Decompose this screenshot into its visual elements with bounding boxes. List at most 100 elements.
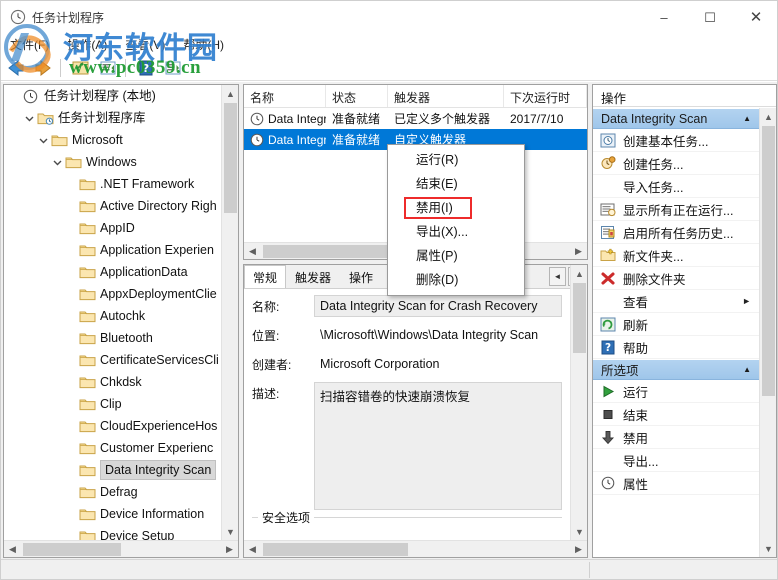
actions-vertical-scrollbar[interactable]: ▲ ▼ bbox=[759, 108, 776, 557]
chevron-down-icon[interactable] bbox=[50, 155, 65, 170]
tree-item-cloudexperiencehos[interactable]: CloudExperienceHos bbox=[4, 415, 221, 437]
task-list-scroll-left-arrow[interactable]: ◀ bbox=[244, 243, 261, 259]
tree-item-bluetooth[interactable]: Bluetooth bbox=[4, 327, 221, 349]
action-delete-folder[interactable]: 删除文件夹 bbox=[593, 267, 759, 290]
context-menu-disable[interactable]: 禁用(I) bbox=[388, 196, 524, 220]
actions-vscroll-thumb[interactable] bbox=[762, 126, 775, 396]
tree-item-device-setup[interactable]: Device Setup bbox=[4, 525, 221, 540]
detail-horizontal-scrollbar[interactable]: ◀ ▶ bbox=[244, 540, 587, 557]
actions-scroll-up-arrow[interactable]: ▲ bbox=[760, 108, 776, 125]
action-run[interactable]: 运行 bbox=[593, 380, 759, 403]
tree-item-windows[interactable]: Windows bbox=[4, 151, 221, 173]
context-menu-end[interactable]: 结束(E) bbox=[388, 172, 524, 196]
tree-item-active-directory-righ[interactable]: Active Directory Righ bbox=[4, 195, 221, 217]
actions-list[interactable]: Data Integrity Scan ▲ 创建基本任务... 创建任务... 导入任务… bbox=[593, 108, 759, 557]
task-description-field[interactable]: 扫描容错卷的快速崩溃恢复 bbox=[314, 382, 562, 510]
forward-icon[interactable] bbox=[31, 57, 55, 79]
action-view[interactable]: 查看 ► bbox=[593, 290, 759, 313]
tree-item-customer-experienc[interactable]: Customer Experienc bbox=[4, 437, 221, 459]
action-create-basic-task[interactable]: 创建基本任务... bbox=[593, 129, 759, 152]
action-refresh[interactable]: 刷新 bbox=[593, 313, 759, 336]
detail-scroll-up-arrow[interactable]: ▲ bbox=[571, 265, 587, 282]
close-button[interactable]: ✕ bbox=[733, 1, 777, 33]
minimize-button[interactable]: – bbox=[641, 1, 687, 33]
help-icon[interactable]: ? bbox=[134, 57, 158, 79]
collapse-chevron-icon[interactable]: ▲ bbox=[743, 114, 751, 123]
show-hide-console-tree-icon[interactable] bbox=[69, 57, 93, 79]
actions-group-selected-item[interactable]: 所选项 ▲ bbox=[593, 359, 759, 380]
tree-vertical-scrollbar[interactable]: ▲ ▼ bbox=[221, 85, 238, 540]
detail-vscroll-thumb[interactable] bbox=[573, 283, 586, 353]
context-menu-export[interactable]: 导出(X)... bbox=[388, 220, 524, 244]
properties-icon[interactable] bbox=[96, 57, 120, 79]
tree-item-chkdsk[interactable]: Chkdsk bbox=[4, 371, 221, 393]
tree-no-chevron bbox=[8, 89, 23, 104]
chevron-down-icon[interactable] bbox=[22, 111, 37, 126]
tree-item-autochk[interactable]: Autochk bbox=[4, 305, 221, 327]
action-help[interactable]: ? 帮助 bbox=[593, 336, 759, 359]
tree-item-[interactable]: 任务计划程序 (本地) bbox=[4, 85, 221, 107]
task-list-column-header[interactable]: 状态 bbox=[326, 85, 388, 107]
menu-file[interactable]: 文件(F) bbox=[1, 34, 58, 55]
tree-horizontal-scrollbar[interactable]: ◀ ▶ bbox=[4, 540, 238, 557]
detail-vertical-scrollbar[interactable]: ▲ ▼ bbox=[570, 265, 587, 540]
menu-help[interactable]: 帮助(H) bbox=[174, 34, 233, 55]
tree-item-[interactable]: 任务计划程序库 bbox=[4, 107, 221, 129]
tree-scroll-right-arrow[interactable]: ▶ bbox=[221, 541, 238, 557]
detail-hscroll-thumb[interactable] bbox=[263, 543, 408, 556]
tab-actions[interactable]: 操作 bbox=[340, 265, 382, 288]
task-list-row[interactable]: Data Integr... 准备就绪已定义多个触发器 2017/7/10 bbox=[244, 108, 587, 129]
tree-item-applicationdata[interactable]: ApplicationData bbox=[4, 261, 221, 283]
task-list-column-header[interactable]: 名称 bbox=[244, 85, 326, 107]
actions-group-folder[interactable]: Data Integrity Scan ▲ bbox=[593, 108, 759, 129]
action-display-all-running-tasks[interactable]: 显示所有正在运行... bbox=[593, 198, 759, 221]
task-context-menu[interactable]: 运行(R) 结束(E) 禁用(I) 导出(X)... 属性(P) 删除(D) bbox=[387, 144, 525, 296]
tree-hscroll-thumb[interactable] bbox=[23, 543, 121, 556]
detail-scroll-left-arrow[interactable]: ◀ bbox=[244, 541, 261, 557]
tree-item-device-information[interactable]: Device Information bbox=[4, 503, 221, 525]
tab-general[interactable]: 常规 bbox=[244, 265, 287, 288]
menu-view[interactable]: 查看(V) bbox=[116, 34, 174, 55]
chevron-down-icon[interactable] bbox=[36, 133, 51, 148]
tree-item-net-framework[interactable]: .NET Framework bbox=[4, 173, 221, 195]
tree-scroll-thumb[interactable] bbox=[224, 103, 237, 213]
task-list-column-header[interactable]: 触发器 bbox=[388, 85, 504, 107]
tree-item-certificateservicescli[interactable]: CertificateServicesCli bbox=[4, 349, 221, 371]
context-menu-delete[interactable]: 删除(D) bbox=[388, 268, 524, 292]
tree-scroll-up-arrow[interactable]: ▲ bbox=[222, 85, 238, 102]
task-list-column-header[interactable]: 下次运行时 bbox=[504, 85, 587, 107]
task-name-field[interactable]: Data Integrity Scan for Crash Recovery bbox=[314, 295, 562, 317]
tree-item-appid[interactable]: AppID bbox=[4, 217, 221, 239]
task-list-scroll-right-arrow[interactable]: ▶ bbox=[570, 243, 587, 259]
tree-item-application-experien[interactable]: Application Experien bbox=[4, 239, 221, 261]
action-export[interactable]: 导出... bbox=[593, 449, 759, 472]
action-properties[interactable]: 属性 bbox=[593, 472, 759, 495]
tree-scroll-left-arrow[interactable]: ◀ bbox=[4, 541, 21, 557]
action-end[interactable]: 结束 bbox=[593, 403, 759, 426]
context-menu-properties[interactable]: 属性(P) bbox=[388, 244, 524, 268]
tree-scroll-down-arrow[interactable]: ▼ bbox=[222, 523, 238, 540]
tree-item-appxdeploymentclie[interactable]: AppxDeploymentClie bbox=[4, 283, 221, 305]
collapse-chevron-icon[interactable]: ▲ bbox=[743, 365, 751, 374]
running-tasks-icon bbox=[599, 201, 617, 217]
tree-item-microsoft[interactable]: Microsoft bbox=[4, 129, 221, 151]
back-icon[interactable] bbox=[4, 57, 28, 79]
show-action-pane-icon[interactable] bbox=[161, 57, 185, 79]
tree-item-defrag[interactable]: Defrag bbox=[4, 481, 221, 503]
action-create-task[interactable]: 创建任务... bbox=[593, 152, 759, 175]
action-disable[interactable]: 禁用 bbox=[593, 426, 759, 449]
detail-scroll-right-arrow[interactable]: ▶ bbox=[570, 541, 587, 557]
tree-item-data-integrity-scan[interactable]: Data Integrity Scan bbox=[4, 459, 221, 481]
maximize-button[interactable]: ☐ bbox=[687, 1, 733, 33]
action-enable-all-task-history[interactable]: 启用所有任务历史... bbox=[593, 221, 759, 244]
action-import-task[interactable]: 导入任务... bbox=[593, 175, 759, 198]
console-tree[interactable]: 任务计划程序 (本地) 任务计划程序库 Microsoft Windows .NET F… bbox=[4, 85, 221, 540]
context-menu-run[interactable]: 运行(R) bbox=[388, 148, 524, 172]
action-new-folder[interactable]: 新文件夹... bbox=[593, 244, 759, 267]
actions-scroll-down-arrow[interactable]: ▼ bbox=[760, 540, 776, 557]
tab-prev-button[interactable]: ◄ bbox=[549, 267, 566, 286]
tab-triggers[interactable]: 触发器 bbox=[286, 265, 340, 288]
tree-item-clip[interactable]: Clip bbox=[4, 393, 221, 415]
menu-action[interactable]: 操作(A) bbox=[58, 34, 116, 55]
detail-scroll-down-arrow[interactable]: ▼ bbox=[571, 523, 587, 540]
